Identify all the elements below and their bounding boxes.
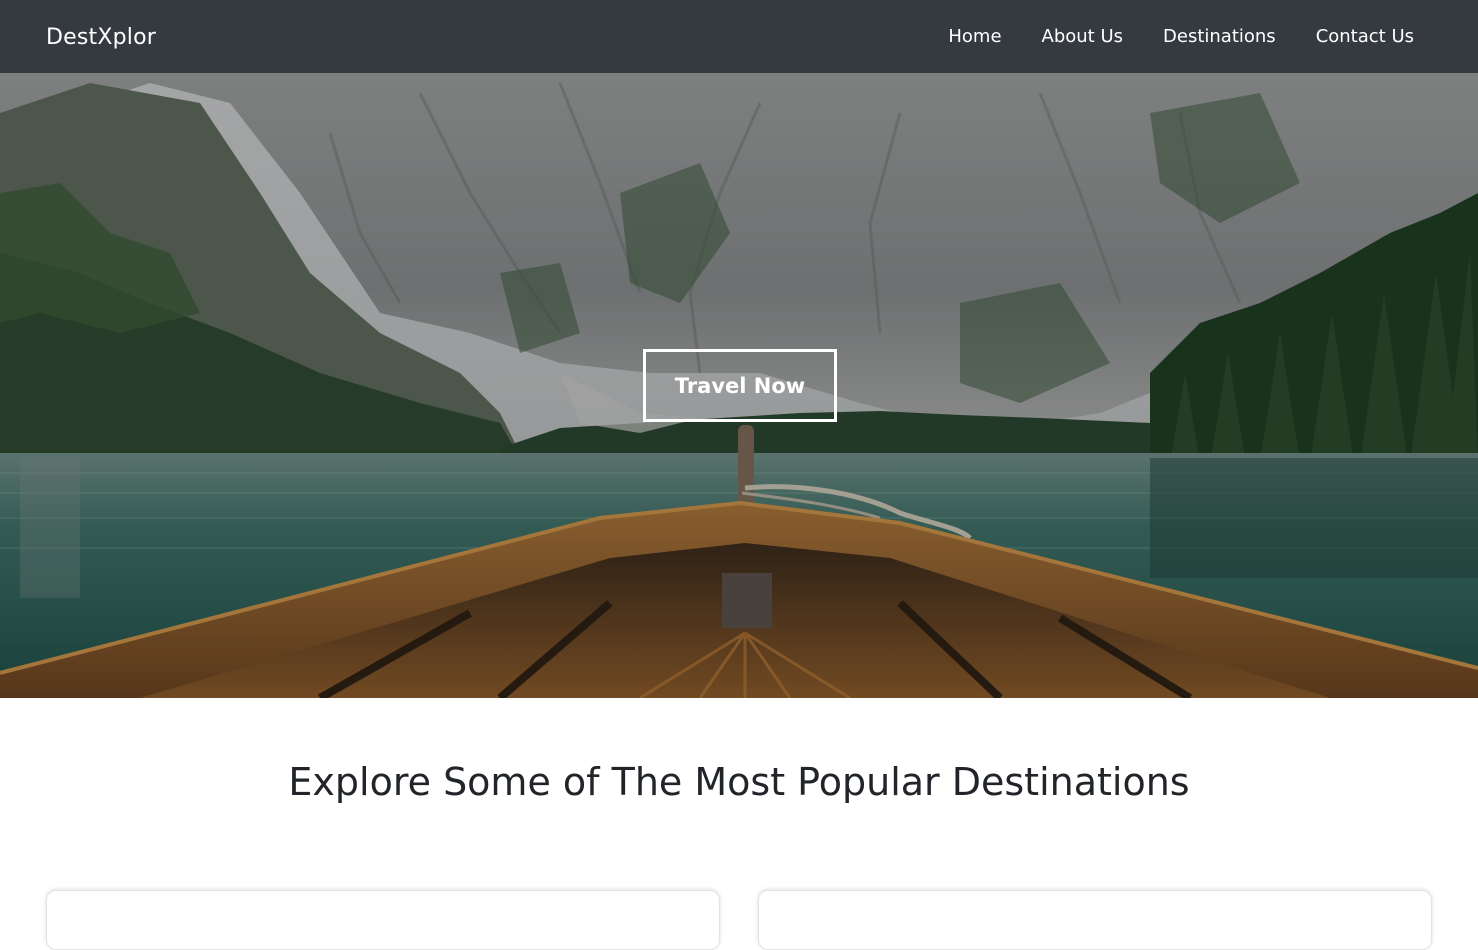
destination-card[interactable] [46,890,720,950]
nav-links: Home About Us Destinations Contact Us [908,26,1414,47]
travel-now-button[interactable]: Travel Now [643,349,837,422]
nav-link-contact-us[interactable]: Contact Us [1316,26,1414,47]
brand-logo[interactable]: DestXplor [46,25,156,50]
nav-link-home[interactable]: Home [948,26,1001,47]
destination-card[interactable] [758,890,1432,950]
section-title: Explore Some of The Most Popular Destina… [288,760,1190,804]
nav-link-about-us[interactable]: About Us [1042,26,1124,47]
top-navbar: DestXplor Home About Us Destinations Con… [0,0,1478,73]
hero-banner: Travel Now [0,73,1478,698]
nav-link-destinations[interactable]: Destinations [1163,26,1276,47]
